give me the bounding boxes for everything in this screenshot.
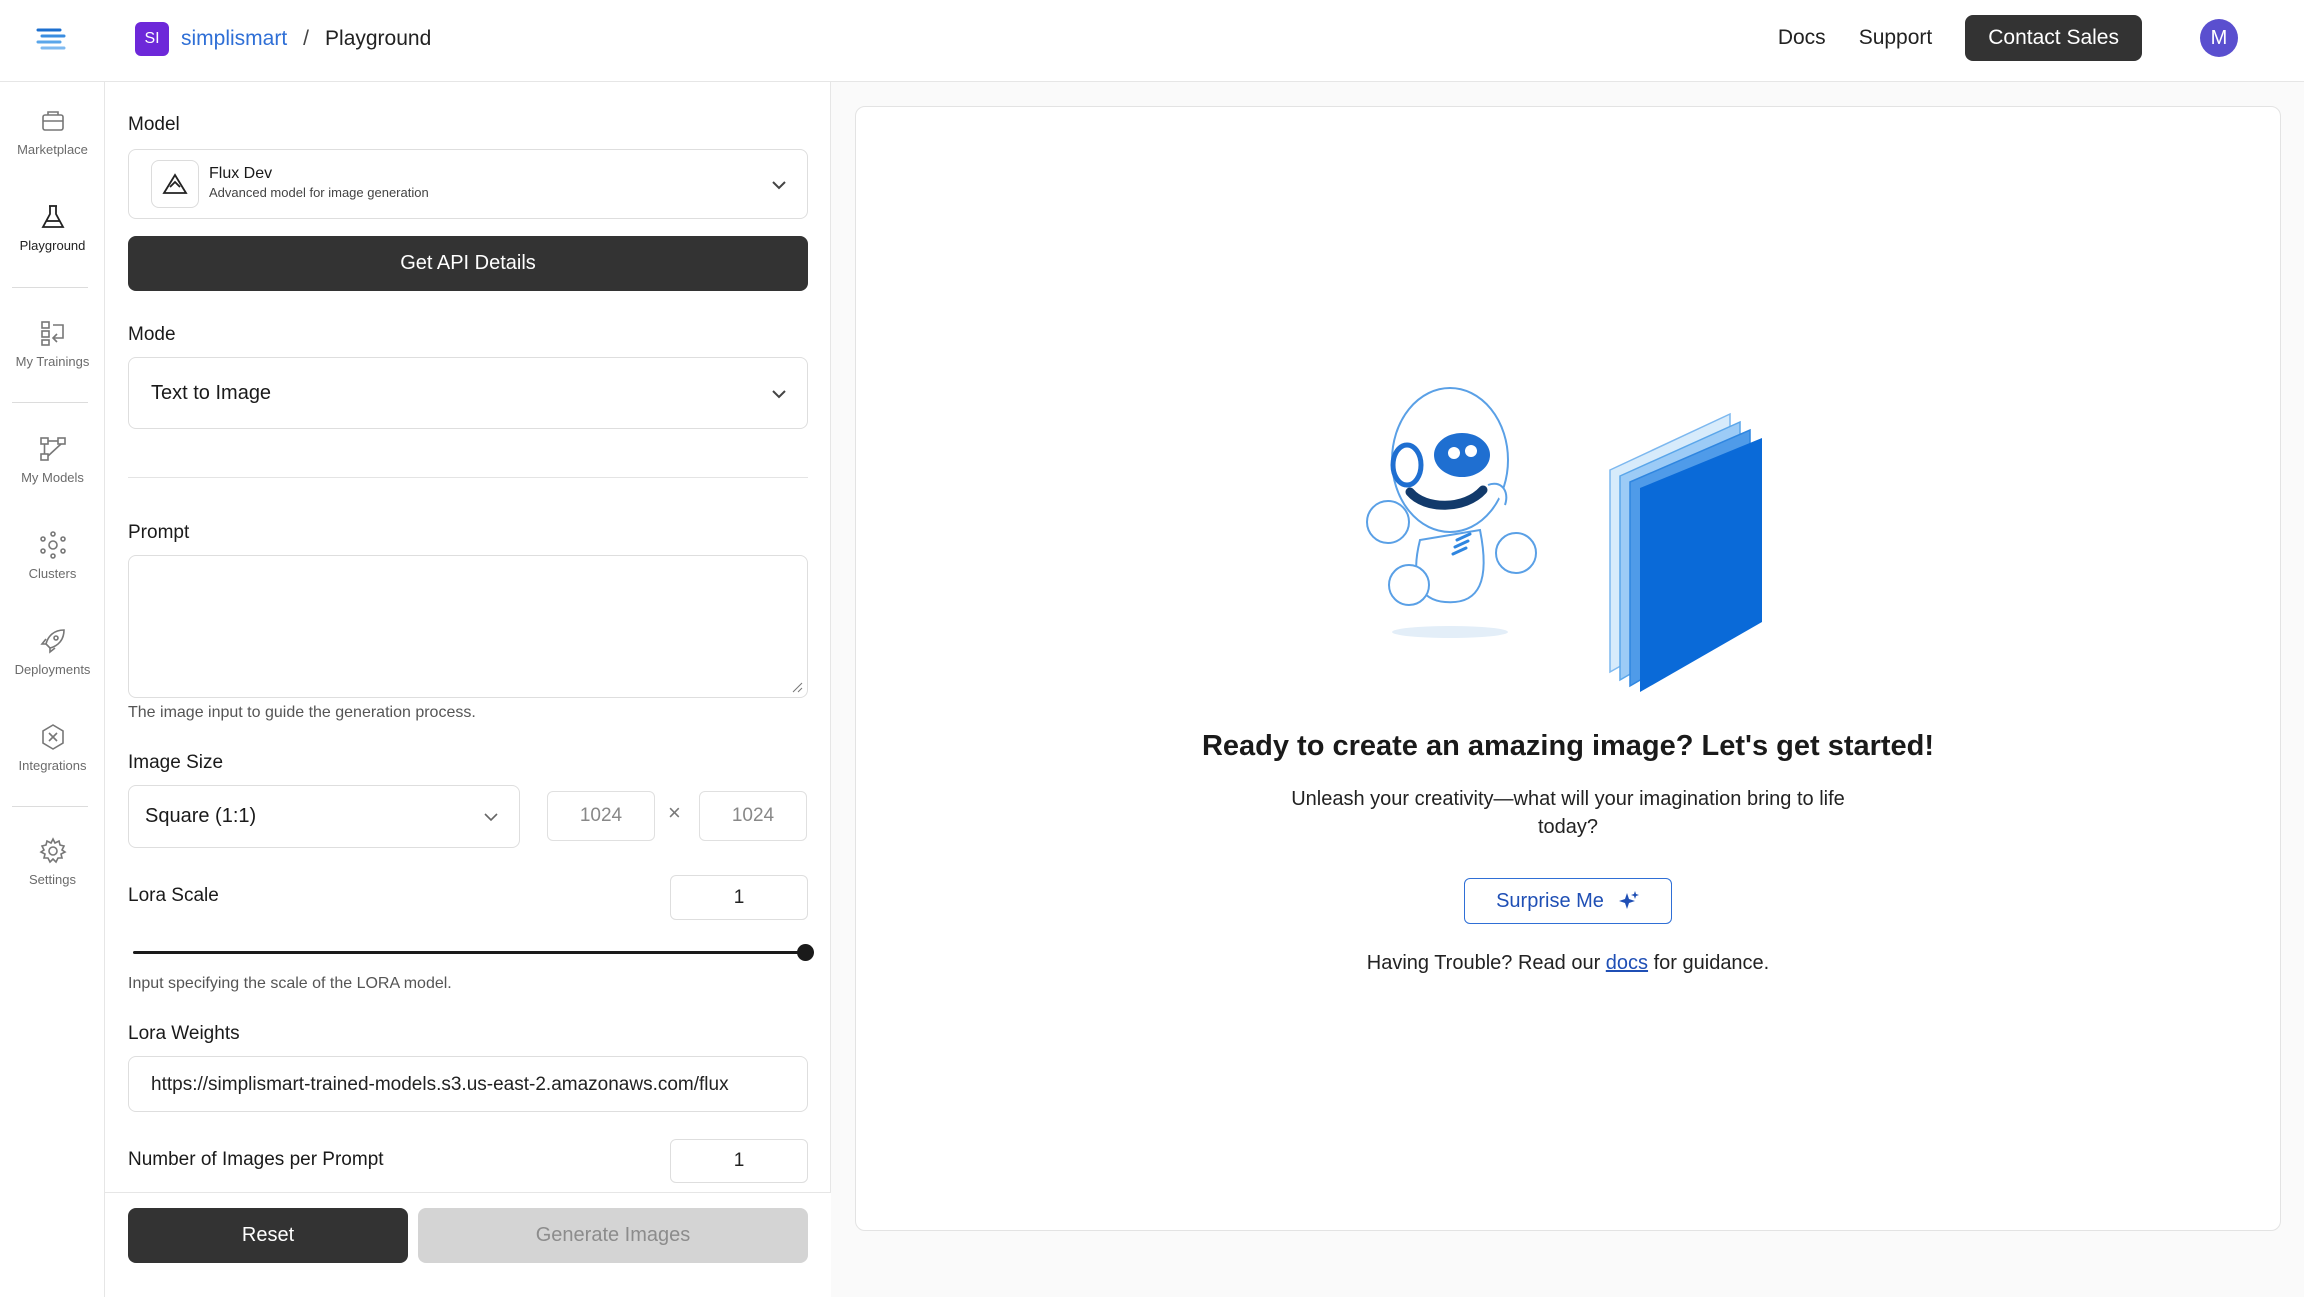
nav-label: My Models: [21, 470, 84, 485]
times-symbol: ×: [668, 800, 681, 825]
trainings-icon: [40, 321, 64, 346]
reset-button[interactable]: Reset: [128, 1208, 408, 1263]
help-text-prefix: Having Trouble? Read our: [1366, 952, 1606, 974]
image-size-label: Image Size: [128, 752, 224, 773]
num-images-input[interactable]: 1: [670, 1139, 808, 1183]
top-header: SI simplismart / Playground Docs Support…: [0, 0, 2304, 82]
chevron-down-icon: [772, 181, 786, 190]
nav-item-marketplace[interactable]: Marketplace: [0, 106, 105, 157]
gear-icon: [38, 837, 67, 864]
prompt-hint: The image input to guide the generation …: [128, 704, 476, 721]
lora-scale-slider-thumb[interactable]: [796, 944, 814, 961]
help-text-suffix: for guidance.: [1648, 952, 1770, 974]
lora-weights-value: https://simplismart-trained-models.s3.us…: [151, 1074, 729, 1095]
resize-handle-icon[interactable]: [791, 681, 803, 693]
nav-label: Marketplace: [17, 142, 88, 157]
org-badge[interactable]: SI: [135, 22, 169, 56]
breadcrumb-org-link[interactable]: simplismart: [181, 27, 287, 51]
chevron-down-icon: [772, 390, 786, 399]
support-link[interactable]: Support: [1859, 26, 1933, 50]
image-size-select[interactable]: Square (1:1): [128, 785, 520, 848]
breadcrumb-separator: /: [303, 27, 310, 50]
mode-value: Text to Image: [151, 382, 272, 404]
app-logo-icon[interactable]: [32, 22, 70, 58]
rocket-icon: [39, 629, 65, 654]
flask-icon: [40, 205, 65, 228]
models-icon: [39, 437, 66, 461]
breadcrumb: SI simplismart / Playground: [135, 22, 431, 56]
form-footer: Reset Generate Images: [105, 1192, 831, 1297]
lora-weights-label: Lora Weights: [128, 1023, 240, 1044]
model-select[interactable]: Flux Dev Advanced model for image genera…: [128, 149, 808, 219]
robot-illustration: [1366, 387, 1762, 692]
nav-label: Integrations: [18, 758, 87, 773]
model-name: Flux Dev: [209, 165, 273, 182]
left-nav-rail: Marketplace Playground My Trainings My M…: [0, 82, 105, 1297]
section-divider: [128, 477, 808, 478]
contact-sales-button[interactable]: Contact Sales: [1965, 15, 2142, 61]
lora-weights-input[interactable]: https://simplismart-trained-models.s3.us…: [128, 1056, 808, 1112]
docs-help-link[interactable]: docs: [1606, 952, 1648, 974]
mode-select[interactable]: Text to Image: [128, 357, 808, 429]
model-icon: [151, 160, 199, 208]
prompt-textarea[interactable]: [128, 555, 808, 698]
lora-scale-label: Lora Scale: [128, 885, 219, 906]
integrations-icon: [41, 724, 64, 750]
model-label: Model: [128, 114, 180, 135]
mode-label: Mode: [128, 324, 176, 345]
lora-scale-input[interactable]: 1: [670, 875, 808, 920]
get-api-details-button[interactable]: Get API Details: [128, 236, 808, 291]
docs-link[interactable]: Docs: [1778, 26, 1826, 50]
header-actions: Docs Support Contact Sales M: [1778, 15, 2238, 61]
nav-item-clusters[interactable]: Clusters: [0, 530, 105, 581]
generate-images-button[interactable]: Generate Images: [418, 1208, 808, 1263]
surprise-me-button[interactable]: Surprise Me: [1464, 878, 1672, 924]
nav-divider: [12, 806, 88, 807]
nav-label: Deployments: [14, 662, 91, 677]
nav-label: Clusters: [28, 566, 77, 581]
nav-item-my-trainings[interactable]: My Trainings: [0, 318, 105, 369]
user-avatar[interactable]: M: [2200, 19, 2238, 57]
nav-item-deployments[interactable]: Deployments: [0, 626, 105, 677]
height-input[interactable]: 1024: [699, 791, 807, 841]
nav-item-integrations[interactable]: Integrations: [0, 722, 105, 773]
nav-label: Settings: [29, 872, 76, 887]
nav-label: Playground: [19, 238, 86, 253]
hero-subtitle: Unleash your creativity—what will your i…: [1291, 788, 1845, 838]
image-size-value: Square (1:1): [145, 805, 257, 827]
num-images-label: Number of Images per Prompt: [128, 1149, 384, 1170]
model-description: Advanced model for image generation: [209, 185, 429, 200]
nav-item-settings[interactable]: Settings: [0, 836, 105, 887]
width-input[interactable]: 1024: [547, 791, 655, 841]
breadcrumb-current-page: Playground: [325, 27, 432, 50]
clusters-icon: [39, 531, 66, 559]
sparkle-icon: [1618, 891, 1639, 909]
chevron-down-icon: [484, 813, 498, 822]
help-text: Having Trouble? Read our docs for guidan…: [855, 952, 2281, 975]
nav-item-playground[interactable]: Playground: [0, 202, 105, 253]
nav-divider: [12, 287, 88, 288]
triangle-icon: [162, 173, 188, 194]
marketplace-icon: [41, 111, 64, 131]
nav-item-my-models[interactable]: My Models: [0, 434, 105, 485]
lora-scale-hint: Input specifying the scale of the LORA m…: [128, 975, 452, 992]
lora-scale-slider-track[interactable]: [133, 951, 805, 954]
hero-title: Ready to create an amazing image? Let's …: [1201, 730, 1935, 762]
nav-divider: [12, 402, 88, 403]
playground-form-panel: Model Flux Dev Advanced model for image …: [105, 82, 831, 1297]
surprise-me-label: Surprise Me: [1496, 889, 1604, 912]
prompt-label: Prompt: [128, 522, 190, 543]
nav-label: My Trainings: [15, 354, 90, 369]
